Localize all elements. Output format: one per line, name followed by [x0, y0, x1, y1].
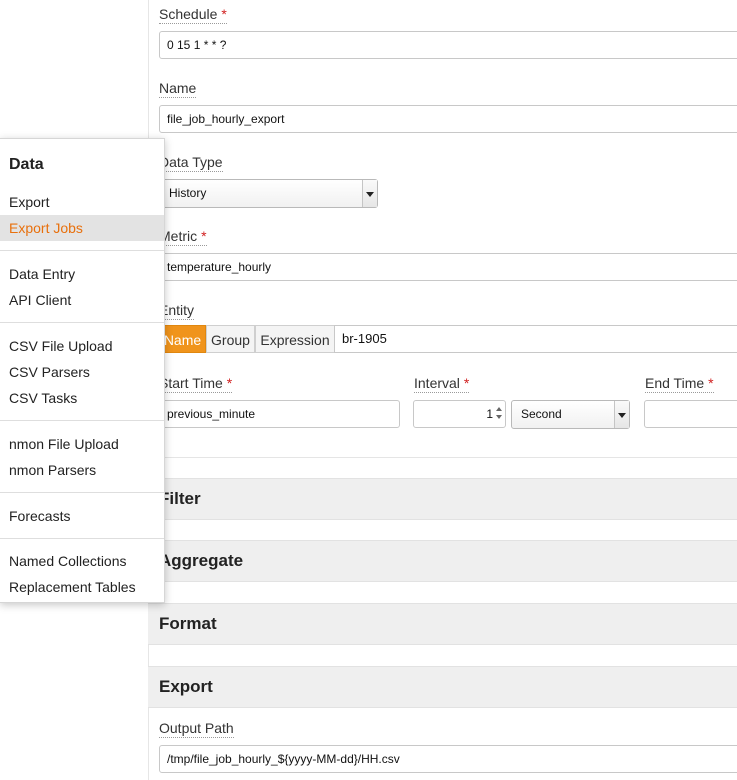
menu-item-named-collections[interactable]: Named Collections [0, 548, 164, 574]
interval-count-value: 1 [486, 407, 493, 421]
menu-item-nmon-file-upload[interactable]: nmon File Upload [0, 431, 164, 457]
data-type-select[interactable]: History [159, 179, 378, 208]
end-time-label-text: End Time [645, 375, 705, 391]
interval-label-text: Interval [414, 375, 460, 391]
menu-divider [0, 538, 164, 539]
metric-label: Metric * [159, 228, 207, 246]
filter-section-header[interactable]: Filter [148, 478, 737, 520]
name-input[interactable]: file_job_hourly_export [159, 105, 737, 133]
menu-divider [0, 250, 164, 251]
menu-divider [0, 322, 164, 323]
start-time-label-text: Start Time [159, 375, 223, 391]
entity-input[interactable]: br-1905 [334, 325, 737, 353]
menu-divider [0, 420, 164, 421]
stepper-icon[interactable] [495, 406, 503, 422]
interval-unit-select[interactable]: Second [511, 400, 630, 429]
metric-input[interactable]: temperature_hourly [159, 253, 737, 281]
export-section-header[interactable]: Export [148, 666, 737, 708]
chevron-down-icon [362, 180, 377, 207]
schedule-label: Schedule * [159, 6, 227, 24]
entity-tab-group[interactable]: Group [206, 325, 255, 353]
data-menu: Data Export Export Jobs Data Entry API C… [0, 138, 165, 603]
required-mark: * [201, 228, 207, 244]
menu-item-csv-file-upload[interactable]: CSV File Upload [0, 333, 164, 359]
menu-heading: Data [9, 156, 44, 173]
required-mark: * [708, 375, 714, 391]
data-type-label-text: Data Type [159, 154, 223, 170]
required-mark: * [463, 375, 470, 391]
format-section-header[interactable]: Format [148, 603, 737, 645]
schedule-label-text: Schedule [159, 6, 218, 22]
output-path-input[interactable]: /tmp/file_job_hourly_${yyyy-MM-dd}/HH.cs… [159, 745, 737, 773]
end-time-input[interactable] [644, 400, 737, 428]
name-label-text: Name [159, 80, 197, 96]
required-mark: * [226, 375, 233, 391]
data-type-label: Data Type [159, 154, 223, 172]
output-path-label: Output Path [159, 720, 234, 738]
menu-item-forecasts[interactable]: Forecasts [0, 503, 164, 529]
menu-item-nmon-parsers[interactable]: nmon Parsers [0, 457, 164, 483]
divider [148, 457, 737, 458]
entity-tab-name[interactable]: Name [159, 325, 206, 353]
menu-divider [0, 492, 164, 493]
menu-item-csv-tasks[interactable]: CSV Tasks [0, 385, 164, 411]
schedule-input[interactable]: 0 15 1 * * ? [159, 31, 737, 59]
start-time-label: Start Time * [159, 375, 233, 393]
output-path-label-text: Output Path [159, 720, 234, 736]
menu-item-export-jobs[interactable]: Export Jobs [0, 215, 164, 241]
menu-item-export[interactable]: Export [0, 189, 164, 215]
end-time-label: End Time * [645, 375, 714, 393]
menu-item-csv-parsers[interactable]: CSV Parsers [0, 359, 164, 385]
required-mark: * [221, 6, 227, 22]
data-type-value: History [169, 186, 207, 200]
menu-item-api-client[interactable]: API Client [0, 287, 164, 313]
menu-item-data-entry[interactable]: Data Entry [0, 261, 164, 287]
entity-tab-expression[interactable]: Expression [255, 325, 335, 353]
interval-count-input[interactable]: 1 [413, 400, 506, 428]
interval-label: Interval * [414, 375, 470, 393]
aggregate-section-header[interactable]: Aggregate [148, 540, 737, 582]
chevron-down-icon [614, 401, 629, 428]
start-time-input[interactable]: previous_minute [159, 400, 400, 428]
interval-unit-value: Second [521, 407, 562, 421]
menu-item-replacement-tables[interactable]: Replacement Tables [0, 574, 164, 600]
name-label: Name [159, 80, 197, 98]
